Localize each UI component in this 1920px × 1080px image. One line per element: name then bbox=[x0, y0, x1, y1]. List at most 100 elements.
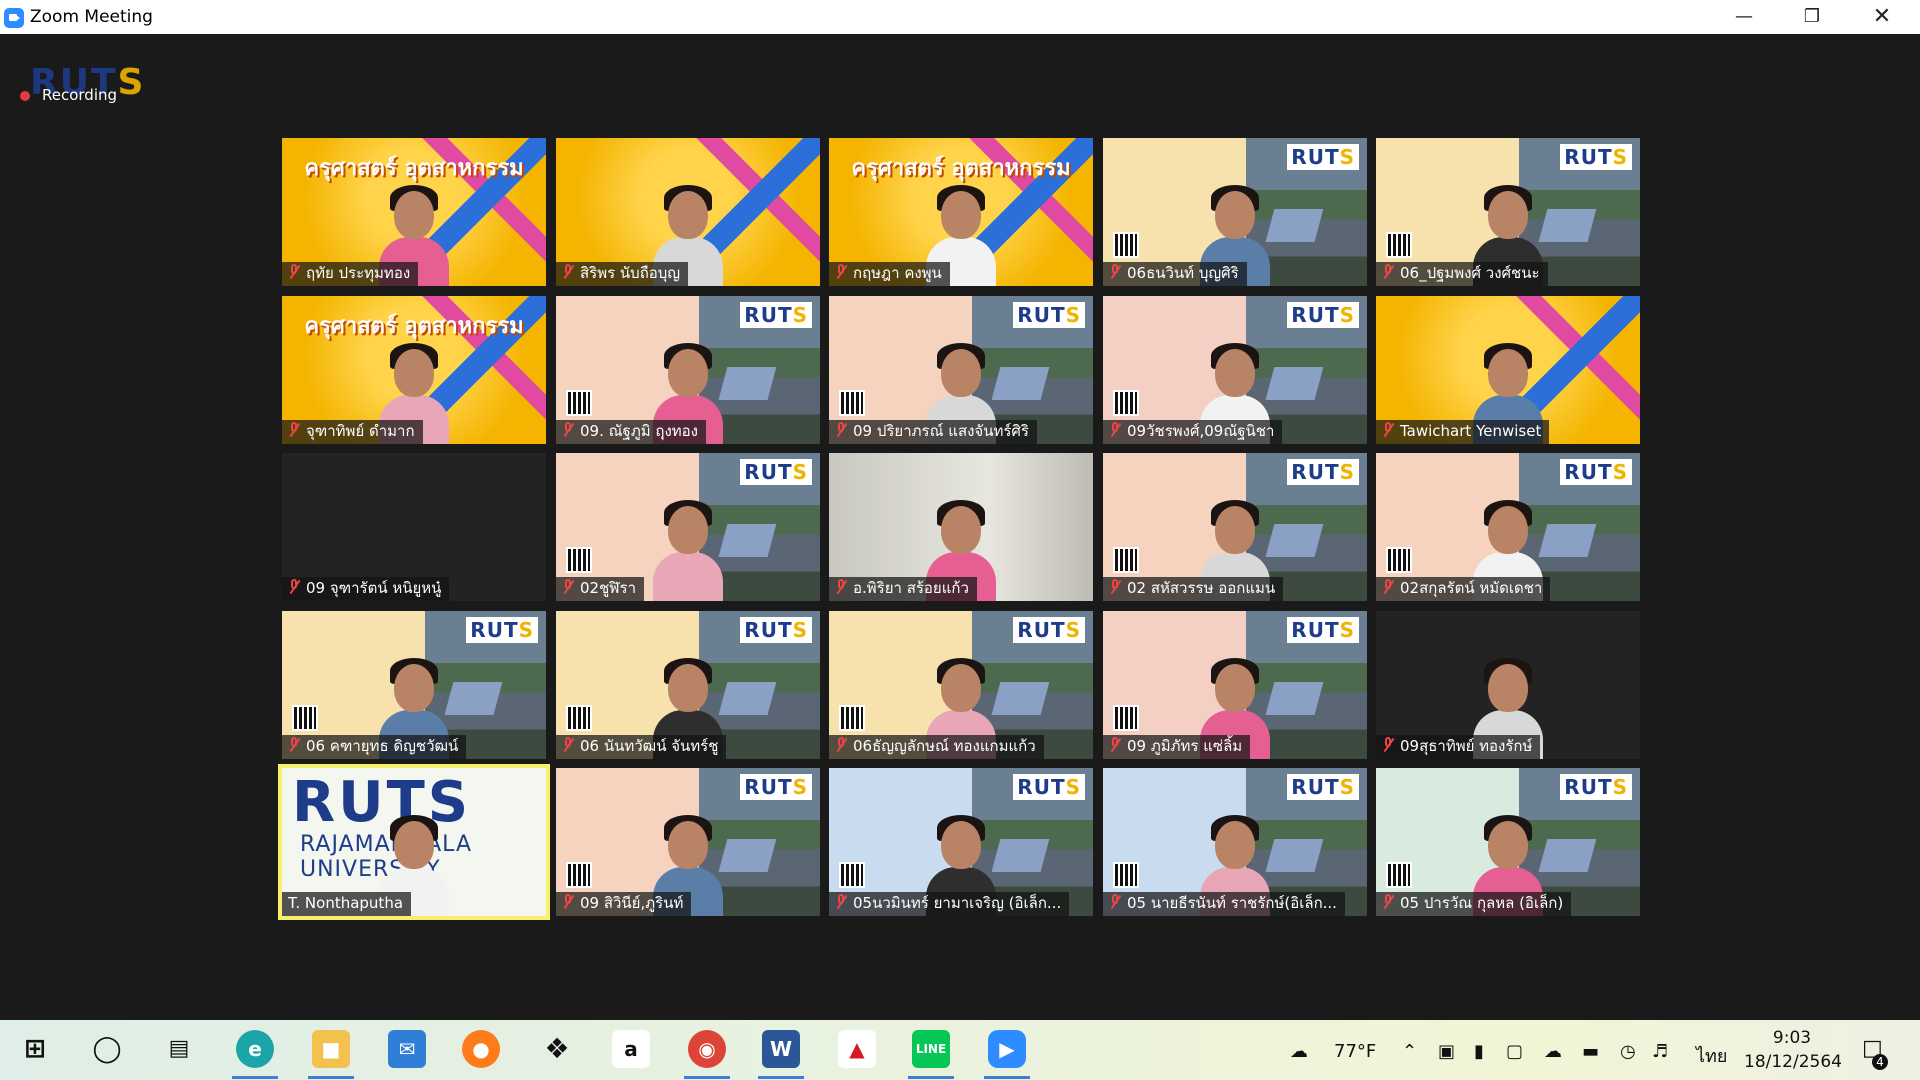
task-view-icon[interactable]: ▤ bbox=[160, 1030, 198, 1068]
acrobat-icon[interactable]: ▲ bbox=[838, 1030, 876, 1068]
participant-tile[interactable]: RUTS 02 สหัสวรรษ ออกแมน bbox=[1103, 453, 1367, 601]
participant-tile[interactable]: อ.พิริยา สร้อยแก้ว bbox=[829, 453, 1093, 601]
qr-code-icon bbox=[839, 862, 865, 888]
show-hidden-icons-icon[interactable]: ⌃ bbox=[1402, 1041, 1417, 1062]
participant-tile[interactable]: ครุศาสตร์ อุตสาหกรรม ฤทัย ประทุมทอง bbox=[282, 138, 546, 286]
qr-code-icon bbox=[566, 547, 592, 573]
recording-indicator[interactable]: Recording bbox=[20, 86, 117, 104]
qr-code-icon bbox=[1386, 232, 1412, 258]
weather-temp[interactable]: 77°F bbox=[1334, 1041, 1376, 1062]
participant-tile[interactable]: RUTS 09 สิวินีย์,ภูรินท์ bbox=[556, 768, 820, 916]
explorer-running-indicator bbox=[308, 1076, 354, 1079]
participant-tile[interactable]: ครุศาสตร์ อุตสาหกรรมจุฑาทิพย์ ดำมาก bbox=[282, 296, 546, 444]
window-title: Zoom Meeting bbox=[30, 7, 153, 27]
zoom-running-indicator bbox=[984, 1076, 1030, 1079]
minimize-button[interactable]: — bbox=[1710, 0, 1778, 34]
dropbox-icon[interactable]: ❖ bbox=[538, 1030, 576, 1068]
participant-video bbox=[653, 500, 723, 601]
file-explorer-icon[interactable]: ■ bbox=[312, 1030, 350, 1068]
participant-name: 09วัชรพงศ์,09ณัฐนิชา bbox=[1127, 422, 1275, 440]
participant-tile[interactable]: RUTS 06_ปฐมพงศ์ วงศ์ชนะ bbox=[1376, 138, 1640, 286]
participant-name-label: 02สกุลรัตน์ หมัดเดชา bbox=[1376, 577, 1551, 601]
participant-name-label: 06 คฑายุทธ ดิญชวัฒน์ bbox=[282, 735, 467, 759]
qr-code-icon bbox=[1113, 390, 1139, 416]
virtual-background-banner: ครุศาสตร์ อุตสาหกรรม bbox=[304, 314, 524, 339]
muted-microphone-icon bbox=[1382, 579, 1394, 595]
ruts-logo: RUTS bbox=[1287, 144, 1359, 170]
participant-name-label: จุฑาทิพย์ ดำมาก bbox=[282, 420, 423, 444]
participant-tile[interactable]: RUTS 06ธัญญลักษณ์ ทองแกมแก้ว bbox=[829, 611, 1093, 759]
line-icon[interactable]: LINE bbox=[912, 1030, 950, 1068]
participant-name: 09 ภูมิภัทร แซ่ลิ้ม bbox=[1127, 737, 1243, 755]
amazon-icon[interactable]: a bbox=[612, 1030, 650, 1068]
ruts-logo: RUTS bbox=[1560, 774, 1632, 800]
edge-running-indicator bbox=[232, 1076, 278, 1079]
ruts-logo: RUTS bbox=[740, 774, 812, 800]
close-button[interactable]: ✕ bbox=[1848, 0, 1916, 34]
windows-start-icon[interactable]: ⊞ bbox=[16, 1030, 54, 1068]
muted-microphone-icon bbox=[835, 894, 847, 910]
participant-tile[interactable]: RUTS 06 คฑายุทธ ดิญชวัฒน์ bbox=[282, 611, 546, 759]
participant-tile[interactable]: RUTS 02ชูฬิรา bbox=[556, 453, 820, 601]
muted-microphone-icon bbox=[288, 579, 300, 595]
clock-time[interactable]: 9:03 bbox=[1752, 1028, 1832, 1048]
ruts-logo: RUTS bbox=[1560, 459, 1632, 485]
muted-microphone-icon bbox=[1382, 894, 1394, 910]
participant-name: 06 นันทวัฒน์ จันทร์ชู bbox=[580, 737, 719, 755]
qr-code-icon bbox=[839, 390, 865, 416]
participant-tile[interactable]: 09สุธาทิพย์ ทองรักษ์ bbox=[1376, 611, 1640, 759]
qr-code-icon bbox=[566, 705, 592, 731]
restore-button[interactable]: ❐ bbox=[1778, 0, 1846, 34]
participant-tile[interactable]: RUTS 09. ณัฐภูมิ ฤุงทอง bbox=[556, 296, 820, 444]
tray-app-icon[interactable]: ▢ bbox=[1506, 1041, 1523, 1062]
search-icon[interactable]: ◯ bbox=[88, 1030, 126, 1068]
participant-name-label: 09สุธาทิพย์ ทองรักษ์ bbox=[1376, 735, 1541, 759]
participant-name: 09 ปริยาภรณ์ แสงจันทร์ศิริ bbox=[853, 422, 1029, 440]
participant-name: 06_ปฐมพงศ์ วงศ์ชนะ bbox=[1400, 264, 1540, 282]
participant-name: 09. ณัฐภูมิ ฤุงทอง bbox=[580, 422, 698, 440]
language-indicator[interactable]: ไทย bbox=[1696, 1041, 1727, 1070]
clock-date[interactable]: 18/12/2564 bbox=[1744, 1052, 1842, 1072]
participant-tile[interactable]: RUTS 09 ปริยาภรณ์ แสงจันทร์ศิริ bbox=[829, 296, 1093, 444]
chrome-icon[interactable]: ◉ bbox=[688, 1030, 726, 1068]
participant-tile[interactable]: RUTS 06 นันทวัฒน์ จันทร์ชู bbox=[556, 611, 820, 759]
participant-tile[interactable]: RUTS 05นวมินทร์ ยามาเจริญ (อิเล็ก... bbox=[829, 768, 1093, 916]
qr-code-icon bbox=[839, 705, 865, 731]
meet-now-icon[interactable]: ▣ bbox=[1438, 1041, 1455, 1062]
participant-tile[interactable]: RUTS 05 ปารวัณ กุลหล (อิเล็ก) bbox=[1376, 768, 1640, 916]
participant-name: 05 ปารวัณ กุลหล (อิเล็ก) bbox=[1400, 894, 1564, 912]
muted-microphone-icon bbox=[1109, 737, 1121, 753]
ruts-logo: RUTS bbox=[1287, 617, 1359, 643]
participant-tile[interactable]: 09 จุฑารัตน์ หนิยูหนู๋ bbox=[282, 453, 546, 601]
qr-code-icon bbox=[1113, 547, 1139, 573]
qr-code-icon bbox=[1386, 547, 1412, 573]
mail-icon[interactable]: ✉ bbox=[388, 1030, 426, 1068]
participant-tile[interactable]: ครุศาสตร์ อุตสาหกรรม กฤษฎา คงพูน bbox=[829, 138, 1093, 286]
weather-icon[interactable]: ☁ bbox=[1290, 1041, 1308, 1062]
wifi-icon[interactable]: ◷ bbox=[1620, 1041, 1636, 1062]
participant-tile[interactable]: Tawichart Yenwiset bbox=[1376, 296, 1640, 444]
participant-tile[interactable]: RUTS 09วัชรพงศ์,09ณัฐนิชา bbox=[1103, 296, 1367, 444]
firefox-icon[interactable]: ● bbox=[462, 1030, 500, 1068]
participant-name-label: ฤทัย ประทุมทอง bbox=[282, 262, 419, 286]
participant-tile[interactable]: RUTS RAJAMANGALA UNIVERSITY T. Nonthaputha bbox=[278, 764, 550, 920]
participant-name: 06ธัญญลักษณ์ ทองแกมแก้ว bbox=[853, 737, 1036, 755]
ruts-logo: RUTS bbox=[1287, 459, 1359, 485]
microphone-icon[interactable]: ▮ bbox=[1474, 1041, 1484, 1062]
participant-name: Tawichart Yenwiset bbox=[1400, 422, 1542, 440]
participant-tile[interactable]: RUTS 06ธนวินท์ บุญศิริ bbox=[1103, 138, 1367, 286]
participant-tile[interactable]: RUTS 05 นายธีรนันท์ ราชรักษ์(อิเล็ก... bbox=[1103, 768, 1367, 916]
zoom-icon[interactable]: ▶ bbox=[988, 1030, 1026, 1068]
onedrive-icon[interactable]: ☁ bbox=[1544, 1041, 1562, 1062]
participant-tile[interactable]: สิริพร นับถือบุญ bbox=[556, 138, 820, 286]
participant-tile[interactable]: RUTS 02สกุลรัตน์ หมัดเดชา bbox=[1376, 453, 1640, 601]
volume-icon[interactable]: ♬ bbox=[1652, 1041, 1668, 1062]
edge-icon[interactable]: e bbox=[236, 1030, 274, 1068]
virtual-background-banner: ครุศาสตร์ อุตสาหกรรม bbox=[851, 156, 1071, 181]
muted-microphone-icon bbox=[1382, 264, 1394, 280]
battery-icon[interactable]: ▬ bbox=[1582, 1041, 1599, 1062]
word-icon[interactable]: W bbox=[762, 1030, 800, 1068]
participant-name-label: 09 ปริยาภรณ์ แสงจันทร์ศิริ bbox=[829, 420, 1037, 444]
participant-tile[interactable]: RUTS 09 ภูมิภัทร แซ่ลิ้ม bbox=[1103, 611, 1367, 759]
participant-name: T. Nonthaputha bbox=[288, 894, 404, 912]
